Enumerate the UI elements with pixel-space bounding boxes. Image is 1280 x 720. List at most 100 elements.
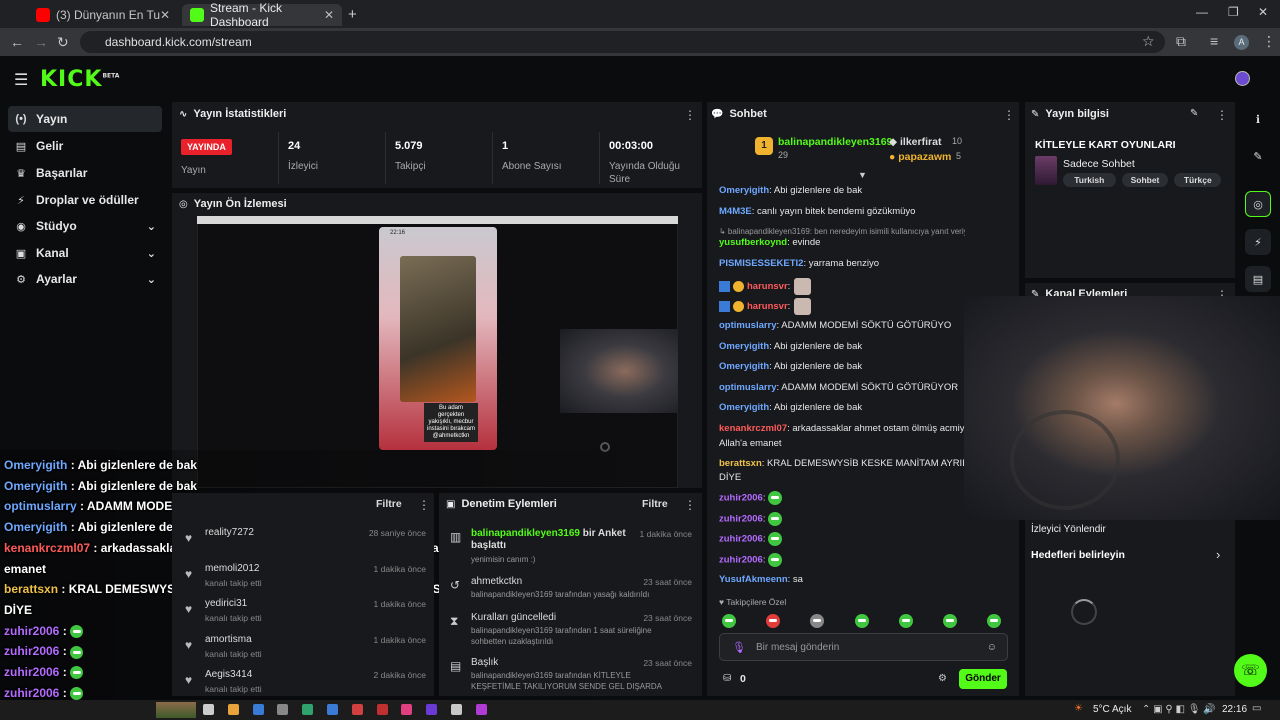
sidebar-item-gelir[interactable]: ▤ Gelir (8, 133, 162, 159)
category-name[interactable]: Sadece Sohbet (1063, 158, 1135, 170)
more-options-icon[interactable]: ⋮ (1216, 108, 1228, 122)
chat-username[interactable]: Omeryigith (719, 185, 769, 196)
emote-icon[interactable] (722, 613, 736, 628)
chat-username[interactable]: PISMISESSEKETI2 (719, 258, 803, 269)
moderation-item-title[interactable]: ahmetkctkn (471, 576, 651, 588)
file-explorer-icon[interactable] (252, 704, 264, 715)
follower-name[interactable]: yedirici31 (205, 598, 247, 609)
camera-icon[interactable]: ◎ (1245, 191, 1271, 217)
emote-icon[interactable] (766, 613, 781, 628)
third-gifter-name[interactable]: ● papazawm (889, 151, 951, 163)
bookmark-star-icon[interactable]: ☆ (1142, 33, 1155, 50)
follower-name[interactable]: amortisma (205, 634, 252, 645)
reading-list-icon[interactable]: ≡ (1210, 33, 1218, 49)
twitch-icon[interactable] (475, 704, 487, 715)
maximize-button[interactable]: ❐ (1228, 5, 1239, 19)
close-window-button[interactable]: ✕ (1258, 5, 1268, 19)
terminal-icon[interactable] (277, 704, 289, 715)
chat-username[interactable]: M4M3E (719, 206, 752, 217)
followers-filter[interactable]: Filtre (376, 498, 402, 510)
collapse-pinned-icon[interactable]: ▼ (858, 170, 867, 180)
points-icon[interactable]: ⛁ (723, 673, 731, 684)
bolt-icon[interactable]: ⚡ (1245, 229, 1271, 255)
tag-chip[interactable]: Sohbet (1121, 173, 1169, 187)
tab-kick-dashboard[interactable]: Stream - Kick Dashboard ✕ (182, 1, 342, 29)
moderation-filter[interactable]: Filtre (642, 498, 668, 510)
moderation-item-title[interactable]: Kuralları güncelledi (471, 612, 651, 624)
chat-username[interactable]: zuhir2006 (719, 534, 763, 545)
emote-icon[interactable] (854, 613, 869, 628)
tag-chip[interactable]: Turkish (1063, 173, 1116, 187)
more-options-icon[interactable]: ⋮ (684, 498, 696, 512)
moderation-item-title[interactable]: Başlık (471, 657, 651, 669)
tab-youtube[interactable]: (3) Dünyanın En Tuhaf Ritüelle... ✕ (28, 4, 178, 26)
follower-name[interactable]: reality7272 (205, 527, 254, 538)
back-icon[interactable]: ← (10, 34, 24, 50)
chat-username[interactable]: YusufAkmeenn (719, 574, 788, 585)
sidebar-item-yayin[interactable]: (•) Yayın (8, 106, 162, 132)
photoshop-icon[interactable] (327, 704, 338, 715)
url-input[interactable]: dashboard.kick.com/stream (80, 31, 1165, 53)
pencil-icon[interactable]: ✎ (1245, 143, 1271, 169)
discord-icon[interactable] (401, 704, 413, 715)
chat-username[interactable]: Omeryigith (719, 402, 769, 413)
top-gifter-name[interactable]: balinapandikleyen3169 (778, 136, 892, 148)
emote-icon[interactable] (987, 613, 1002, 628)
emote-icon[interactable] (943, 613, 957, 628)
tray-icons[interactable]: ⌃ ▣ ⚲ ◧ 🎙 🔊 (1142, 704, 1216, 715)
moderation-item-title[interactable]: balinapandikleyen3169 bir Anket başlattı (471, 528, 651, 552)
chat-username[interactable]: zuhir2006 (719, 493, 763, 504)
goals-label[interactable]: Hedefleri belirleyin (1031, 549, 1125, 561)
chat-username[interactable]: Omeryigith (719, 341, 769, 352)
chat-username[interactable]: harunsvr (747, 301, 788, 312)
tag-chip[interactable]: Türkçe (1174, 173, 1222, 187)
chat-input[interactable]: 🎙 Bir mesaj gönderin ☺ (719, 633, 1008, 661)
sidebar-item-basarilar[interactable]: ♛ Başarılar (8, 160, 162, 186)
document-icon[interactable]: ▤ (1245, 266, 1271, 292)
forward-icon[interactable]: → (34, 34, 48, 50)
chat-username[interactable]: optimuslarry (719, 382, 777, 393)
reload-icon[interactable]: ↻ (57, 34, 69, 51)
follower-name[interactable]: Aegis3414 (205, 669, 252, 680)
help-chat-button[interactable]: ☏ (1234, 654, 1267, 687)
chat-username[interactable]: zuhir2006 (719, 555, 763, 566)
premiere-icon[interactable] (426, 704, 438, 715)
chat-username[interactable]: Omeryigith (719, 361, 769, 372)
kick-logo[interactable]: KICKBETA (40, 67, 119, 92)
second-gifter-name[interactable]: ◆ ilkerfirat (889, 136, 941, 148)
chrome-icon[interactable] (227, 704, 239, 715)
sidebar-item-droplar[interactable]: ⚡ Droplar ve ödüller (8, 187, 162, 213)
close-icon[interactable]: ✕ (160, 8, 170, 22)
follower-name[interactable]: memoli2012 (205, 563, 259, 574)
sidebar-item-ayarlar[interactable]: ⚙ Ayarlar ⌄ (8, 266, 162, 292)
browser-menu-icon[interactable]: ⋮ (1262, 33, 1276, 50)
chat-username[interactable]: yusufberkoynd (719, 237, 787, 248)
minimize-button[interactable]: — (1196, 5, 1208, 19)
close-icon[interactable]: ✕ (324, 8, 334, 22)
extensions-icon[interactable]: ⧉ (1176, 33, 1186, 50)
more-options-icon[interactable]: ⋮ (1003, 108, 1015, 122)
profile-avatar[interactable]: A (1234, 35, 1249, 50)
obs-icon[interactable] (451, 704, 462, 715)
task-view-icon[interactable] (203, 704, 214, 715)
chat-settings-icon[interactable]: ⚙ (938, 673, 947, 684)
sidebar-item-kanal[interactable]: ▣ Kanal ⌄ (8, 240, 162, 266)
edit-icon[interactable]: ✎ (1190, 108, 1198, 119)
emote-icon[interactable] (898, 613, 913, 628)
more-options-icon[interactable]: ⋮ (418, 498, 430, 512)
chevron-right-icon[interactable]: › (1216, 547, 1220, 562)
acrobat-icon[interactable] (351, 704, 363, 715)
send-button[interactable]: Gönder (959, 669, 1007, 689)
hamburger-menu-icon[interactable]: ☰ (14, 70, 28, 90)
raid-label[interactable]: İzleyici Yönlendir (1031, 524, 1106, 535)
chat-username[interactable]: berattsxn (719, 458, 762, 469)
chat-username[interactable]: kenankrczml07 (719, 423, 787, 434)
sidebar-item-studyo[interactable]: ◉ Stüdyo ⌄ (8, 213, 162, 239)
chat-username[interactable]: harunsvr (747, 281, 788, 292)
user-avatar[interactable] (1235, 71, 1250, 86)
chat-username[interactable]: optimuslarry (719, 320, 777, 331)
info-icon[interactable]: ℹ (1245, 106, 1271, 132)
app-icon[interactable] (376, 704, 388, 715)
edge-icon[interactable] (302, 704, 314, 715)
more-options-icon[interactable]: ⋮ (684, 108, 696, 122)
